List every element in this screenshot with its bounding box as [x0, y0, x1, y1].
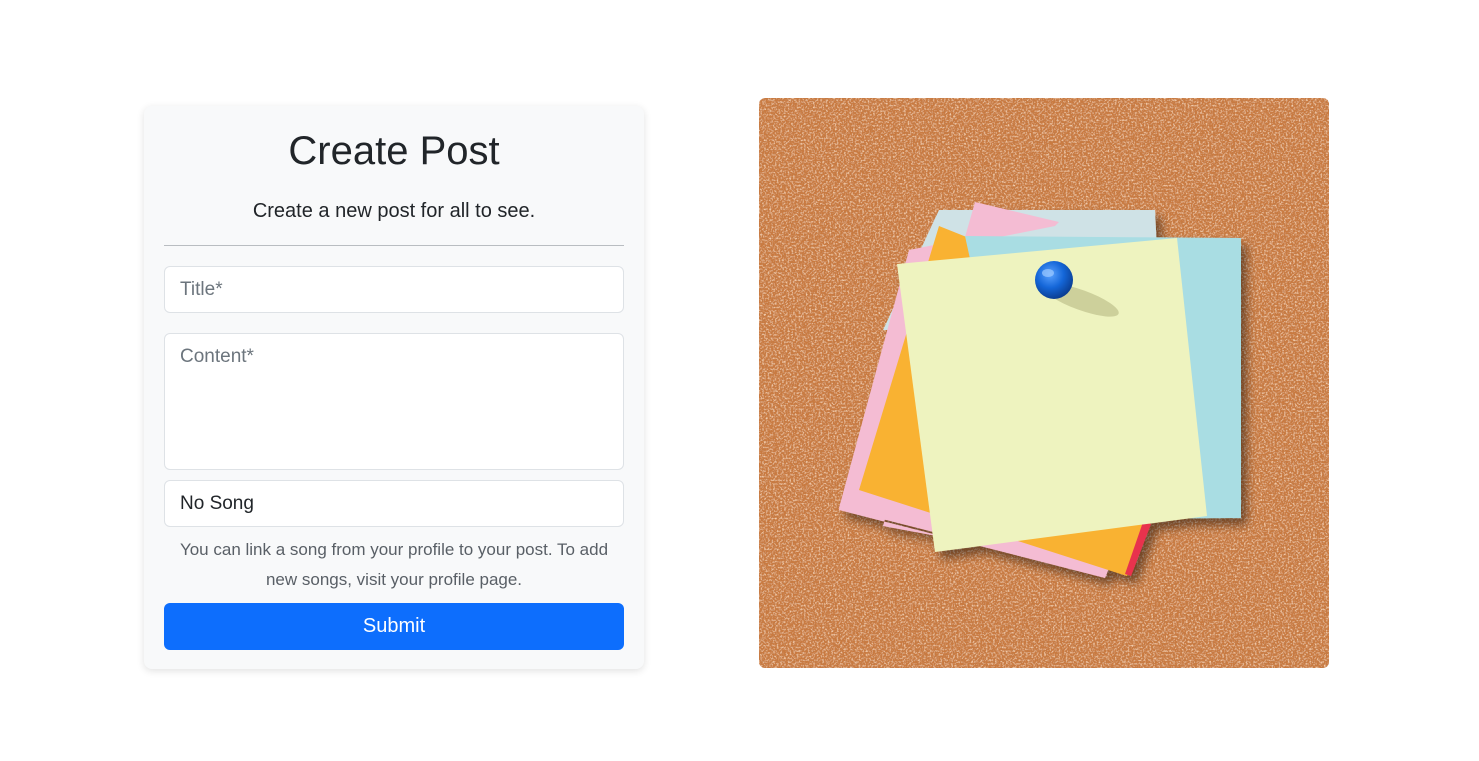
title-input[interactable]: [164, 266, 624, 313]
corkboard-sticky-notes-image: [759, 98, 1329, 668]
push-pin-icon: [1035, 261, 1073, 299]
song-select-value: No Song: [180, 492, 254, 514]
content-textarea[interactable]: [164, 333, 624, 470]
submit-button[interactable]: Submit: [164, 603, 624, 650]
divider: [164, 245, 624, 246]
song-select[interactable]: No Song: [164, 480, 624, 527]
create-post-card: Create Post Create a new post for all to…: [144, 106, 644, 669]
page-subtitle: Create a new post for all to see.: [252, 200, 536, 222]
song-help-text: You can link a song from your profile to…: [179, 540, 609, 589]
page-title: Create Post: [288, 129, 500, 173]
